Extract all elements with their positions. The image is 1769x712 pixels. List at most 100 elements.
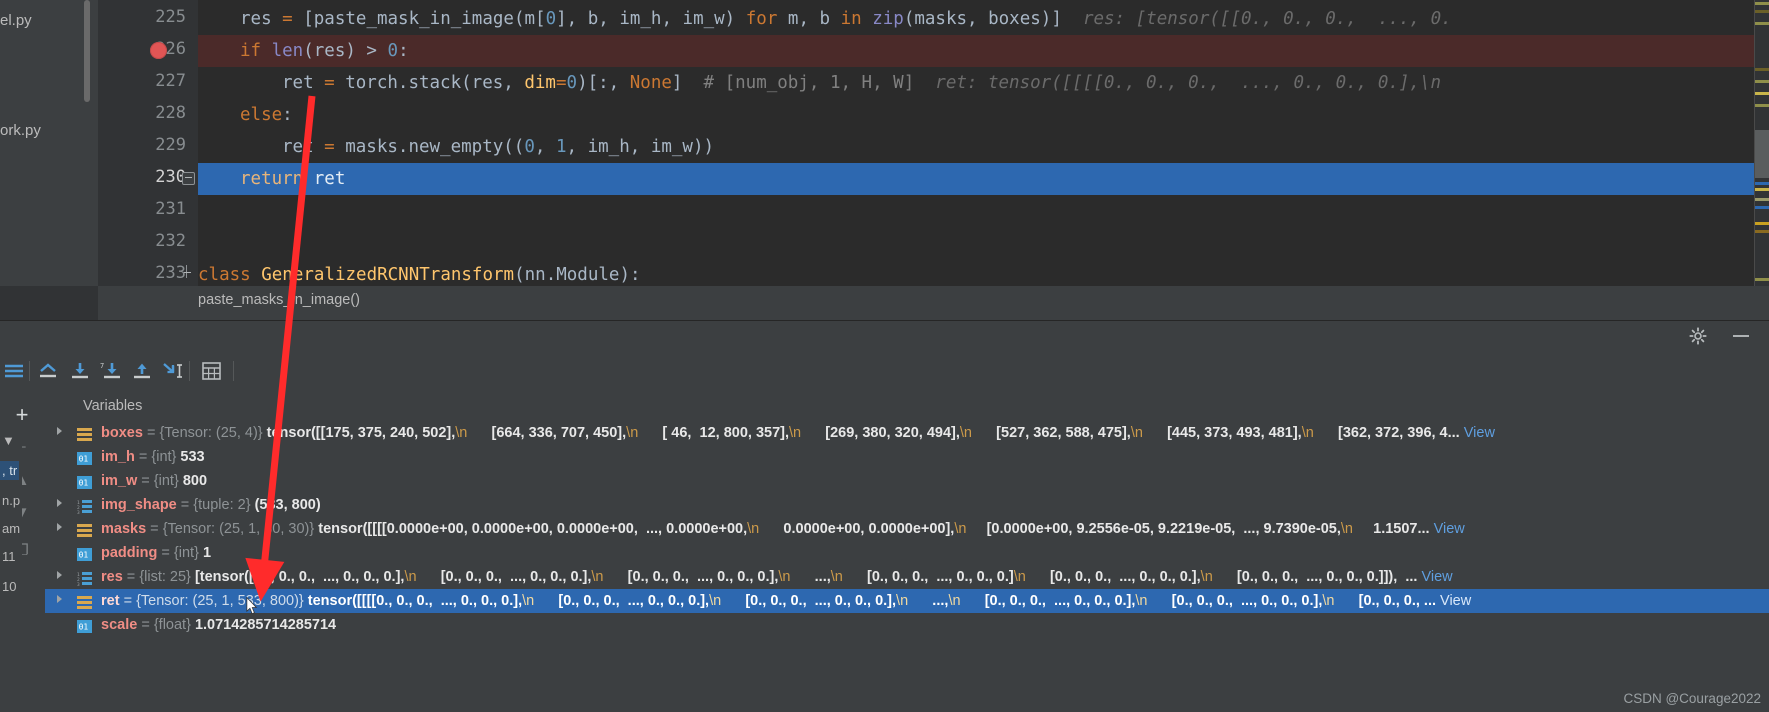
code-token: dim	[524, 73, 556, 93]
variable-value-segment: [269, 380, 320, 494],	[801, 425, 960, 441]
float-icon: 01	[77, 618, 92, 633]
variable-row[interactable]: 01 padding = {int} 1	[45, 541, 1769, 565]
editor-gutter[interactable]: 225 226 227 228 229 230 231 232 233	[98, 0, 198, 320]
editor-marker[interactable]	[1755, 92, 1769, 95]
code-line[interactable]: return ret	[198, 163, 345, 195]
code-token: torch.stack(res,	[345, 73, 525, 93]
code-token: =	[324, 73, 346, 93]
chevron-right-icon[interactable]	[57, 427, 62, 435]
project-scrollbar[interactable]	[84, 0, 90, 102]
editor-marker[interactable]	[1755, 10, 1769, 13]
editor-marker[interactable]	[1755, 278, 1769, 281]
variable-row[interactable]: boxes = {Tensor: (25, 4)} tensor([[175, …	[45, 421, 1769, 445]
line-number: 233	[155, 263, 186, 283]
toolbar-separator	[29, 361, 30, 381]
code-line[interactable]: ret = torch.stack(res, dim=0)[:, None] #…	[198, 67, 1441, 99]
variable-row[interactable]: masks = {Tensor: (25, 1, 30, 30)} tensor…	[45, 517, 1769, 541]
variable-row[interactable]: 01 im_w = {int} 800	[45, 469, 1769, 493]
variable-value-segment: [0., 0., 0., ..., 0., 0., 0.]	[842, 569, 1014, 585]
show-execution-point-icon[interactable]	[34, 356, 64, 386]
editor-marker[interactable]	[1755, 206, 1769, 209]
variable-text: im_h = {int} 533	[101, 445, 205, 469]
variable-equals: =	[119, 593, 137, 609]
watermark: CSDN @Courage2022	[1623, 691, 1761, 706]
frame-item[interactable]: n.p	[0, 491, 22, 510]
code-line[interactable]	[198, 195, 240, 227]
breakpoint-icon[interactable]	[150, 42, 167, 59]
project-file-item[interactable]: el.py	[0, 12, 32, 29]
run-to-cursor-icon[interactable]	[158, 356, 188, 386]
frame-item[interactable]: am	[0, 519, 22, 538]
mute-breakpoints-icon[interactable]	[0, 356, 30, 386]
code-line[interactable]: if len(res) > 0:	[198, 35, 409, 67]
code-text-area[interactable]: res = [paste_mask_in_image(m[0], b, im_h…	[198, 0, 1769, 320]
code-token: # [num_obj, 1, H, W]	[703, 73, 915, 93]
code-line[interactable]: else:	[198, 99, 293, 131]
step-over-icon[interactable]	[65, 356, 95, 386]
code-fold-icon[interactable]	[182, 172, 195, 185]
variable-name: scale	[101, 617, 138, 633]
editor-marker[interactable]	[1755, 22, 1769, 25]
view-link[interactable]: View	[1417, 569, 1452, 585]
evaluate-expression-icon[interactable]	[197, 356, 227, 386]
code-line[interactable]: res = [paste_mask_in_image(m[0], b, im_h…	[198, 3, 1452, 35]
variable-value-segment: \n	[896, 593, 909, 609]
editor-marker-bar[interactable]	[1754, 0, 1769, 320]
variable-value-segment: [664, 336, 707, 450],	[467, 425, 627, 441]
gear-icon[interactable]	[1689, 327, 1707, 345]
variable-row[interactable]: ret = {Tensor: (25, 1, 533, 800)} tensor…	[45, 589, 1769, 613]
chevron-right-icon[interactable]	[57, 523, 62, 531]
breadcrumb[interactable]: paste_masks_in_image()	[198, 292, 360, 308]
variable-type: {tuple: 2}	[193, 497, 255, 513]
frame-item[interactable]: , tr	[0, 461, 20, 480]
editor-marker[interactable]	[1755, 230, 1769, 233]
frames-list-fragment[interactable]: ▼ , tr n.p am 11 10	[0, 421, 22, 712]
editor-marker[interactable]	[1755, 104, 1769, 107]
chevron-right-icon[interactable]	[57, 499, 62, 507]
code-line[interactable]: ret = masks.new_empty((0, 1, im_h, im_w)…	[198, 131, 714, 163]
view-link[interactable]: View	[1460, 425, 1495, 441]
editor-scrollbar-thumb[interactable]	[1755, 130, 1769, 178]
editor-marker[interactable]	[1755, 68, 1769, 71]
frame-item[interactable]: 10	[0, 577, 18, 596]
code-token: res	[240, 9, 283, 29]
code-fold-icon[interactable]	[182, 265, 193, 279]
variable-equals: =	[142, 425, 160, 441]
view-link[interactable]: View	[1436, 593, 1471, 609]
view-link[interactable]: View	[1430, 521, 1465, 537]
variable-text: im_w = {int} 800	[101, 469, 207, 493]
editor-marker[interactable]	[1755, 2, 1769, 5]
variable-row[interactable]: 01 scale = {float} 1.0714285714285714	[45, 613, 1769, 637]
step-out-icon[interactable]	[127, 356, 157, 386]
variable-value-segment: \n	[747, 521, 760, 537]
variable-text: img_shape = {tuple: 2} (533, 800)	[101, 493, 321, 517]
variable-value: (533, 800)	[254, 497, 321, 513]
chevron-right-icon[interactable]	[57, 571, 62, 579]
variable-row[interactable]: 1 2 3 img_shape = {tuple: 2} (533, 800)	[45, 493, 1769, 517]
variable-row[interactable]: 1 2 3 res = {list: 25} [tensor([[0., 0., 0.…	[45, 565, 1769, 589]
chevron-right-icon[interactable]	[57, 595, 62, 603]
editor-marker[interactable]	[1755, 182, 1769, 185]
frame-item[interactable]: ▼	[0, 431, 17, 450]
editor-marker[interactable]	[1755, 198, 1769, 201]
code-line[interactable]	[198, 227, 240, 259]
editor-marker[interactable]	[1755, 222, 1769, 225]
svg-text:01: 01	[79, 551, 89, 560]
frame-item[interactable]: 11	[0, 547, 18, 566]
project-tool-window-fragment[interactable]: el.py ork.py	[0, 0, 98, 320]
list-icon: 123	[77, 570, 92, 588]
minimize-icon[interactable]	[1733, 335, 1749, 337]
editor-marker[interactable]	[1755, 80, 1769, 83]
tuple-icon: 123	[77, 498, 92, 516]
code-token: (masks, boxes)]	[903, 9, 1062, 29]
variable-value: [tensor([[0., 0., 0., ..., 0., 0., 0.],	[194, 569, 405, 585]
step-into-icon[interactable]: 7	[96, 356, 126, 386]
tensor-icon	[77, 594, 92, 609]
project-file-item[interactable]: ork.py	[0, 122, 41, 139]
toolbar-separator	[189, 361, 190, 381]
editor-marker[interactable]	[1755, 188, 1769, 191]
variables-list[interactable]: boxes = {Tensor: (25, 4)} tensor([[175, …	[45, 421, 1769, 712]
variable-row[interactable]: 01 im_h = {int} 533	[45, 445, 1769, 469]
variable-name: ret	[101, 593, 120, 609]
variable-equals: =	[134, 449, 152, 465]
